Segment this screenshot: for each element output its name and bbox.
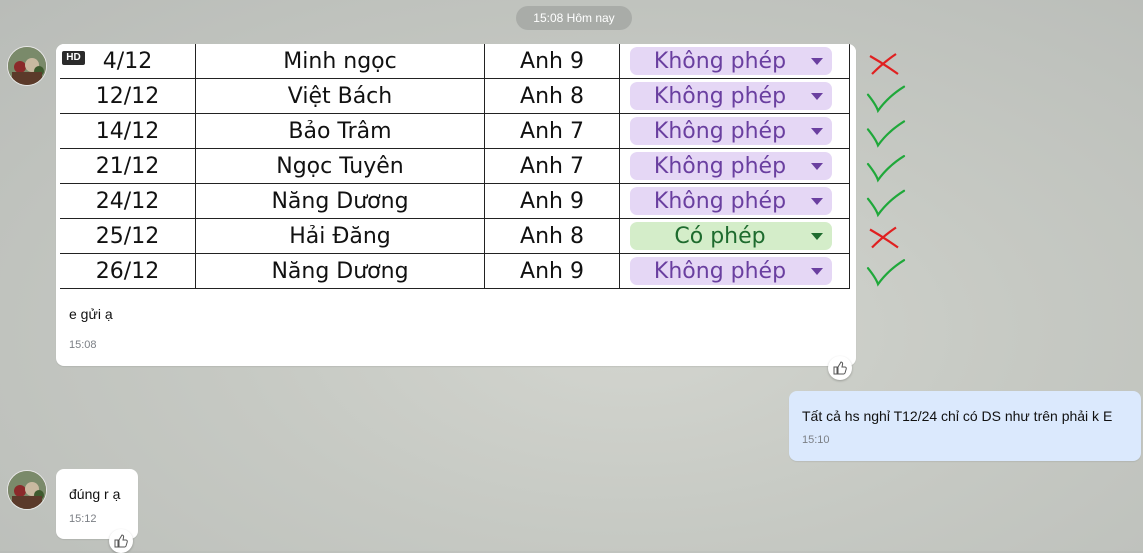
status-cell: Không phép bbox=[619, 148, 850, 184]
message-bubble-photo[interactable]: HD 4/12 Minh ngọc Anh 9 Không phép 12/12 Việt… bbox=[56, 44, 856, 366]
sender-avatar[interactable] bbox=[7, 470, 47, 510]
status-cell: Không phép bbox=[619, 113, 850, 149]
sender-avatar[interactable] bbox=[7, 46, 47, 86]
class-cell: Anh 9 bbox=[484, 44, 620, 79]
like-button[interactable] bbox=[109, 529, 133, 553]
date-cell: 25/12 bbox=[60, 218, 196, 254]
status-label: Không phép bbox=[653, 118, 787, 144]
class-cell: Anh 8 bbox=[484, 218, 620, 254]
date-cell: 14/12 bbox=[60, 113, 196, 149]
class-cell: Anh 8 bbox=[484, 78, 620, 114]
status-label: Không phép bbox=[653, 153, 787, 179]
message-time: 15:12 bbox=[69, 513, 97, 525]
name-cell: Hải Đăng bbox=[195, 218, 485, 254]
message-text: Tất cả hs nghỉ T12/24 chỉ có DS như trên… bbox=[802, 408, 1113, 424]
status-dropdown: Không phép bbox=[630, 117, 832, 145]
status-dropdown: Không phép bbox=[630, 47, 832, 75]
status-dropdown: Không phép bbox=[630, 257, 832, 285]
table-row: 21/12 Ngọc Tuyên Anh 7 Không phép bbox=[60, 148, 850, 184]
status-label: Không phép bbox=[653, 258, 787, 284]
attendance-table: 4/12 Minh ngọc Anh 9 Không phép 12/12 Việt Bá… bbox=[60, 44, 850, 289]
date-separator: 15:08 Hôm nay bbox=[516, 6, 632, 30]
hd-badge: HD bbox=[62, 51, 85, 65]
check-mark-icon bbox=[866, 259, 906, 287]
table-row: 26/12 Năng Dương Anh 9 Không phép bbox=[60, 253, 850, 289]
status-cell: Không phép bbox=[619, 183, 850, 219]
message-bubble-outgoing[interactable]: Tất cả hs nghỉ T12/24 chỉ có DS như trên… bbox=[789, 391, 1141, 461]
dropdown-arrow-icon bbox=[811, 233, 823, 240]
status-label: Có phép bbox=[674, 223, 766, 249]
message-time: 15:08 bbox=[69, 339, 97, 351]
message-text: e gửi ạ bbox=[69, 306, 113, 322]
dropdown-arrow-icon bbox=[811, 128, 823, 135]
cross-mark-icon bbox=[869, 226, 899, 249]
status-cell: Có phép bbox=[619, 218, 850, 254]
status-dropdown: Có phép bbox=[630, 222, 832, 250]
name-cell: Bảo Trâm bbox=[195, 113, 485, 149]
name-cell: Năng Dương bbox=[195, 253, 485, 289]
avatar-image bbox=[8, 47, 46, 85]
message-time: 15:10 bbox=[802, 434, 830, 446]
date-cell: 26/12 bbox=[60, 253, 196, 289]
avatar-image bbox=[8, 471, 46, 509]
name-cell: Năng Dương bbox=[195, 183, 485, 219]
status-label: Không phép bbox=[653, 188, 787, 214]
class-cell: Anh 9 bbox=[484, 183, 620, 219]
class-cell: Anh 9 bbox=[484, 253, 620, 289]
table-row: 25/12 Hải Đăng Anh 8 Có phép bbox=[60, 218, 850, 254]
table-row: 12/12 Việt Bách Anh 8 Không phép bbox=[60, 78, 850, 114]
status-cell: Không phép bbox=[619, 44, 850, 79]
table-row: 14/12 Bảo Trâm Anh 7 Không phép bbox=[60, 113, 850, 149]
cross-mark-icon bbox=[869, 53, 899, 75]
status-dropdown: Không phép bbox=[630, 187, 832, 215]
table-row: 4/12 Minh ngọc Anh 9 Không phép bbox=[60, 44, 850, 79]
handwritten-marks bbox=[866, 53, 906, 287]
date-cell: 24/12 bbox=[60, 183, 196, 219]
date-cell: 21/12 bbox=[60, 148, 196, 184]
table-row: 24/12 Năng Dương Anh 9 Không phép bbox=[60, 183, 850, 219]
dropdown-arrow-icon bbox=[811, 198, 823, 205]
like-button[interactable] bbox=[828, 356, 852, 380]
thumbs-up-icon bbox=[114, 534, 128, 548]
status-cell: Không phép bbox=[619, 253, 850, 289]
shared-photo[interactable]: HD 4/12 Minh ngọc Anh 9 Không phép 12/12 Việt… bbox=[56, 44, 856, 291]
check-mark-icon bbox=[866, 120, 906, 148]
check-mark-icon bbox=[866, 189, 906, 218]
thumbs-up-icon bbox=[833, 361, 847, 375]
status-dropdown: Không phép bbox=[630, 82, 832, 110]
date-cell: 12/12 bbox=[60, 78, 196, 114]
message-text: đúng r ạ bbox=[69, 486, 121, 502]
status-label: Không phép bbox=[653, 83, 787, 109]
name-cell: Việt Bách bbox=[195, 78, 485, 114]
name-cell: Ngọc Tuyên bbox=[195, 148, 485, 184]
dropdown-arrow-icon bbox=[811, 268, 823, 275]
dropdown-arrow-icon bbox=[811, 163, 823, 170]
status-label: Không phép bbox=[653, 48, 787, 74]
dropdown-arrow-icon bbox=[811, 58, 823, 65]
class-cell: Anh 7 bbox=[484, 113, 620, 149]
status-dropdown: Không phép bbox=[630, 152, 832, 180]
dropdown-arrow-icon bbox=[811, 93, 823, 100]
check-mark-icon bbox=[866, 85, 906, 114]
class-cell: Anh 7 bbox=[484, 148, 620, 184]
status-cell: Không phép bbox=[619, 78, 850, 114]
name-cell: Minh ngọc bbox=[195, 44, 485, 79]
message-bubble-incoming[interactable]: đúng r ạ 15:12 bbox=[56, 469, 138, 539]
check-mark-icon bbox=[866, 155, 906, 183]
